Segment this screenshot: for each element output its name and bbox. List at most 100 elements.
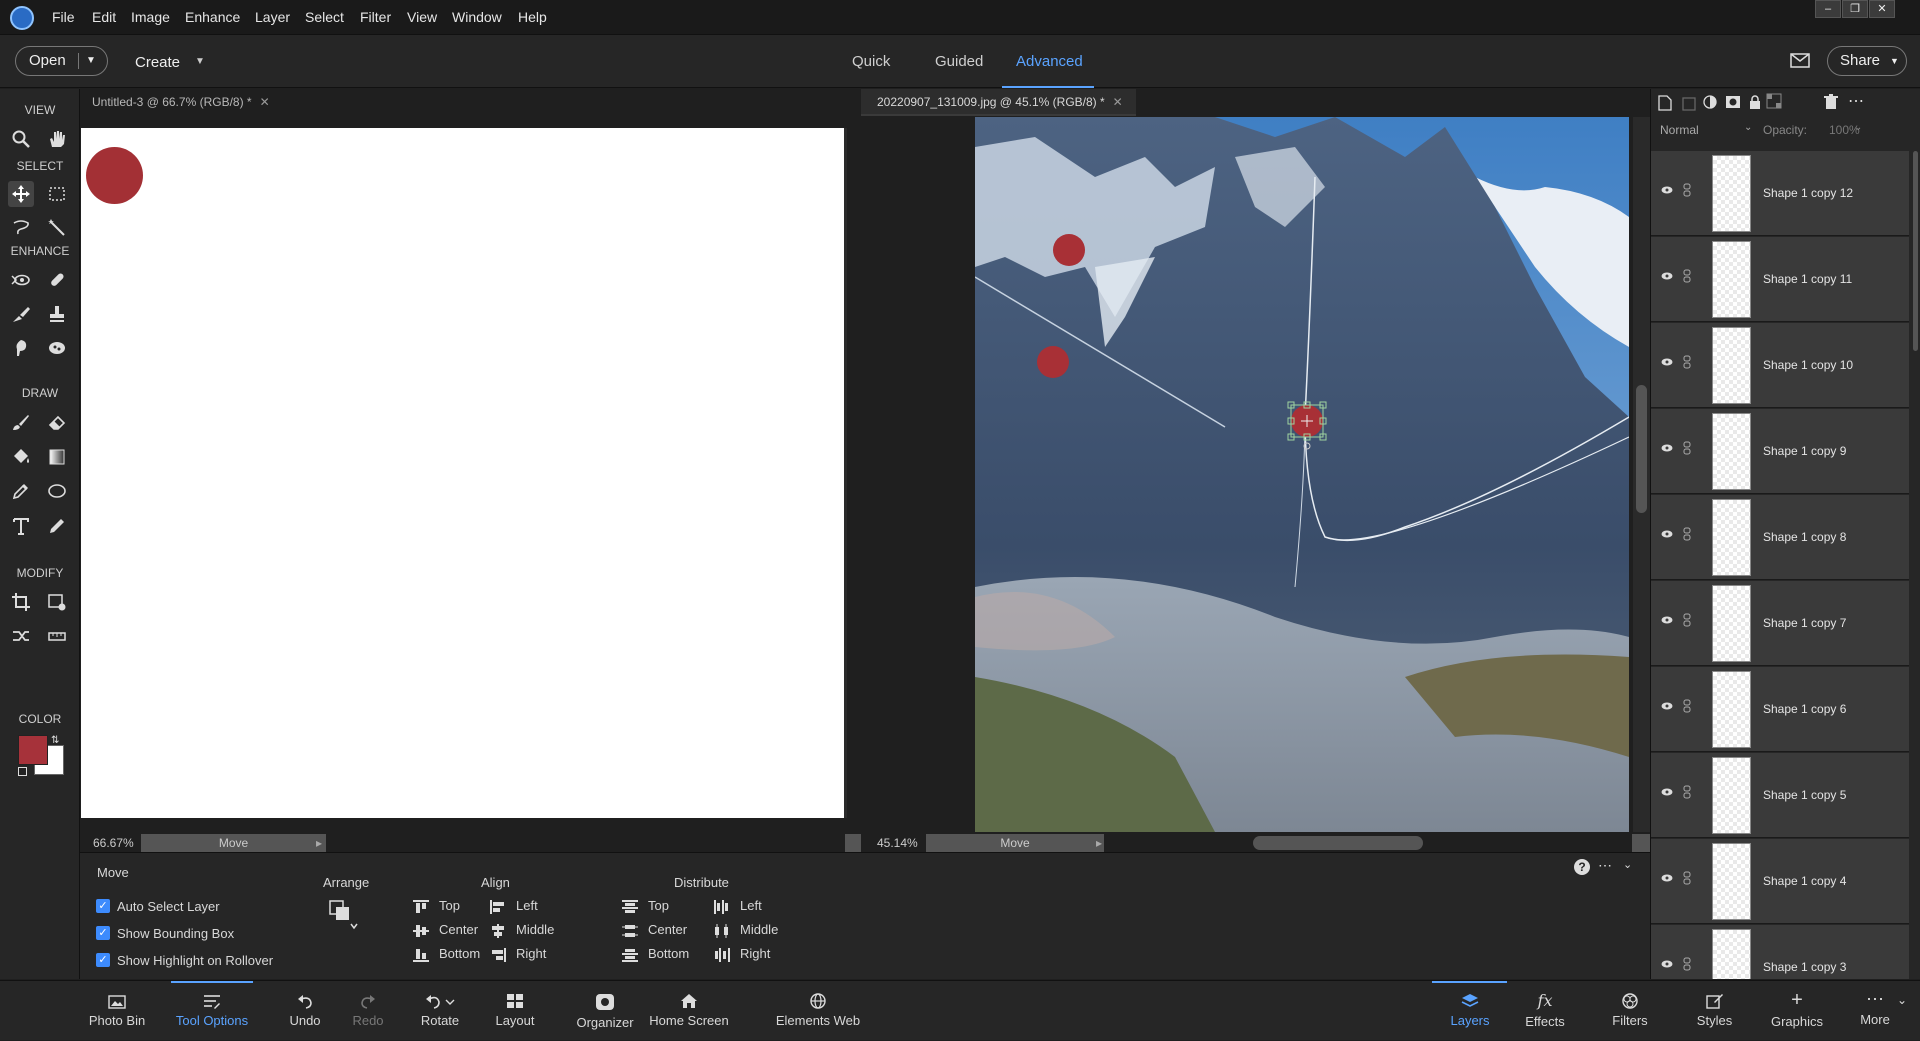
help-icon[interactable]: ? bbox=[1574, 859, 1590, 875]
blend-mode-select[interactable]: Normal bbox=[1660, 123, 1699, 137]
visibility-eye-icon[interactable] bbox=[1661, 615, 1673, 625]
move-tool-icon[interactable] bbox=[8, 181, 34, 207]
tool-options-button[interactable]: Tool Options bbox=[172, 981, 252, 1041]
new-group-icon[interactable] bbox=[1682, 95, 1696, 111]
distribute-center-button[interactable]: Center bbox=[622, 921, 687, 939]
layers-button[interactable]: Layers bbox=[1440, 981, 1500, 1041]
menu-window[interactable]: Window bbox=[452, 0, 502, 35]
link-icon[interactable] bbox=[1683, 785, 1691, 799]
tab-advanced[interactable]: Advanced bbox=[1016, 35, 1083, 88]
menu-image[interactable]: Image bbox=[131, 0, 170, 35]
lasso-tool-icon[interactable] bbox=[8, 215, 34, 241]
doc2-canvas[interactable] bbox=[975, 117, 1629, 832]
hand-tool-icon[interactable] bbox=[44, 126, 70, 152]
mail-icon[interactable] bbox=[1790, 53, 1810, 68]
align-right-button[interactable]: Right bbox=[490, 945, 546, 963]
visibility-eye-icon[interactable] bbox=[1661, 443, 1673, 453]
open-button[interactable]: Open ▼ bbox=[15, 46, 108, 76]
layer-name[interactable]: Shape 1 copy 9 bbox=[1763, 409, 1846, 494]
layer-row[interactable]: Shape 1 copy 7 bbox=[1651, 581, 1909, 666]
auto-select-layer-checkbox[interactable]: ✓ bbox=[96, 899, 110, 913]
filters-button[interactable]: Filters bbox=[1600, 981, 1660, 1041]
layer-row[interactable]: Shape 1 copy 11 bbox=[1651, 237, 1909, 322]
link-icon[interactable] bbox=[1683, 527, 1691, 541]
doc2-close-icon[interactable]: ✕ bbox=[1113, 95, 1123, 109]
effects-button[interactable]: fx Effects bbox=[1515, 981, 1575, 1041]
link-icon[interactable] bbox=[1683, 269, 1691, 283]
layer-row[interactable]: Shape 1 copy 4 bbox=[1651, 839, 1909, 924]
blend-mode-chevron-icon[interactable]: ⌄ bbox=[1744, 122, 1752, 133]
distribute-bottom-button[interactable]: Bottom bbox=[622, 945, 689, 963]
home-screen-button[interactable]: Home Screen bbox=[648, 981, 730, 1041]
swap-colors-icon[interactable]: ⇅ bbox=[51, 735, 59, 746]
menu-edit[interactable]: Edit bbox=[92, 0, 116, 35]
paint-bucket-tool-icon[interactable] bbox=[8, 444, 34, 470]
doc2-tab[interactable]: 20220907_131009.jpg @ 45.1% (RGB/8) * ✕ bbox=[877, 89, 1123, 116]
show-highlight-label[interactable]: Show Highlight on Rollover bbox=[117, 953, 273, 968]
doc1-canvas[interactable] bbox=[81, 128, 844, 818]
layers-scroll-thumb[interactable] bbox=[1913, 151, 1918, 351]
minimize-button[interactable]: – bbox=[1815, 0, 1841, 18]
red-circle-shape[interactable] bbox=[86, 147, 143, 204]
foreground-color-swatch[interactable] bbox=[18, 735, 48, 765]
spot-healing-tool-icon[interactable] bbox=[44, 267, 70, 293]
layer-row[interactable]: Shape 1 copy 9 bbox=[1651, 409, 1909, 494]
visibility-eye-icon[interactable] bbox=[1661, 873, 1673, 883]
sponge-tool-icon[interactable] bbox=[44, 335, 70, 361]
menu-file[interactable]: File bbox=[52, 0, 75, 35]
smudge-tool-icon[interactable] bbox=[8, 335, 34, 361]
create-button[interactable]: Create bbox=[135, 54, 180, 71]
doc1-zoom-value[interactable]: 66.67% bbox=[93, 834, 134, 852]
type-tool-icon[interactable] bbox=[8, 513, 34, 539]
visibility-eye-icon[interactable] bbox=[1661, 271, 1673, 281]
default-colors-icon[interactable] bbox=[18, 767, 27, 776]
new-layer-icon[interactable] bbox=[1658, 95, 1672, 111]
elements-web-button[interactable]: Elements Web bbox=[773, 981, 863, 1041]
layer-name[interactable]: Shape 1 copy 7 bbox=[1763, 581, 1846, 666]
smart-brush-tool-icon[interactable] bbox=[8, 301, 34, 327]
visibility-eye-icon[interactable] bbox=[1661, 787, 1673, 797]
trash-icon[interactable] bbox=[1824, 94, 1838, 110]
show-bounding-box-label[interactable]: Show Bounding Box bbox=[117, 926, 234, 941]
menu-help[interactable]: Help bbox=[518, 0, 547, 35]
doc1-close-icon[interactable]: ✕ bbox=[260, 95, 270, 109]
arrange-dropdown-icon[interactable] bbox=[329, 900, 361, 932]
align-top-button[interactable]: Top bbox=[413, 897, 460, 915]
doc2-vertical-scrollbar[interactable] bbox=[1633, 117, 1650, 832]
menu-select[interactable]: Select bbox=[305, 0, 344, 35]
gradient-tool-icon[interactable] bbox=[44, 444, 70, 470]
doc1-status-arrow-icon[interactable]: ▸ bbox=[316, 834, 322, 852]
link-icon[interactable] bbox=[1683, 871, 1691, 885]
align-left-button[interactable]: Left bbox=[490, 897, 538, 915]
restore-button[interactable]: ❐ bbox=[1842, 0, 1868, 18]
doc2-vscroll-thumb[interactable] bbox=[1636, 385, 1647, 513]
share-button[interactable]: Share ▼ bbox=[1827, 46, 1907, 76]
auto-select-layer-label[interactable]: Auto Select Layer bbox=[117, 899, 220, 914]
layer-name[interactable]: Shape 1 copy 4 bbox=[1763, 839, 1846, 924]
link-icon[interactable] bbox=[1683, 183, 1691, 197]
doc2-zoom-value[interactable]: 45.14% bbox=[877, 834, 918, 852]
layer-name[interactable]: Shape 1 copy 5 bbox=[1763, 753, 1846, 838]
straighten-tool-icon[interactable] bbox=[44, 623, 70, 649]
layers-scrollbar[interactable] bbox=[1910, 151, 1920, 979]
layer-name[interactable]: Shape 1 copy 6 bbox=[1763, 667, 1846, 752]
more-options-icon[interactable]: ⋯ bbox=[1598, 857, 1612, 874]
lock-icon[interactable] bbox=[1749, 95, 1761, 109]
graphics-button[interactable]: + Graphics bbox=[1762, 981, 1832, 1041]
visibility-eye-icon[interactable] bbox=[1661, 529, 1673, 539]
magic-wand-tool-icon[interactable] bbox=[44, 215, 70, 241]
red-eye-tool-icon[interactable] bbox=[8, 267, 34, 293]
brush-tool-icon[interactable] bbox=[8, 409, 34, 435]
link-icon[interactable] bbox=[1683, 441, 1691, 455]
doc2-hscroll-thumb[interactable] bbox=[1253, 836, 1423, 850]
lock-transparency-icon[interactable] bbox=[1766, 93, 1782, 109]
content-aware-move-icon[interactable] bbox=[8, 623, 34, 649]
zoom-tool-icon[interactable] bbox=[8, 126, 34, 152]
layer-row[interactable]: Shape 1 copy 3 bbox=[1651, 925, 1909, 979]
link-icon[interactable] bbox=[1683, 699, 1691, 713]
layer-name[interactable]: Shape 1 copy 12 bbox=[1763, 151, 1853, 236]
eraser-tool-icon[interactable] bbox=[44, 409, 70, 435]
visibility-eye-icon[interactable] bbox=[1661, 701, 1673, 711]
layer-mask-icon[interactable] bbox=[1725, 95, 1741, 109]
doc1-tab[interactable]: Untitled-3 @ 66.7% (RGB/8) * ✕ bbox=[92, 89, 270, 116]
